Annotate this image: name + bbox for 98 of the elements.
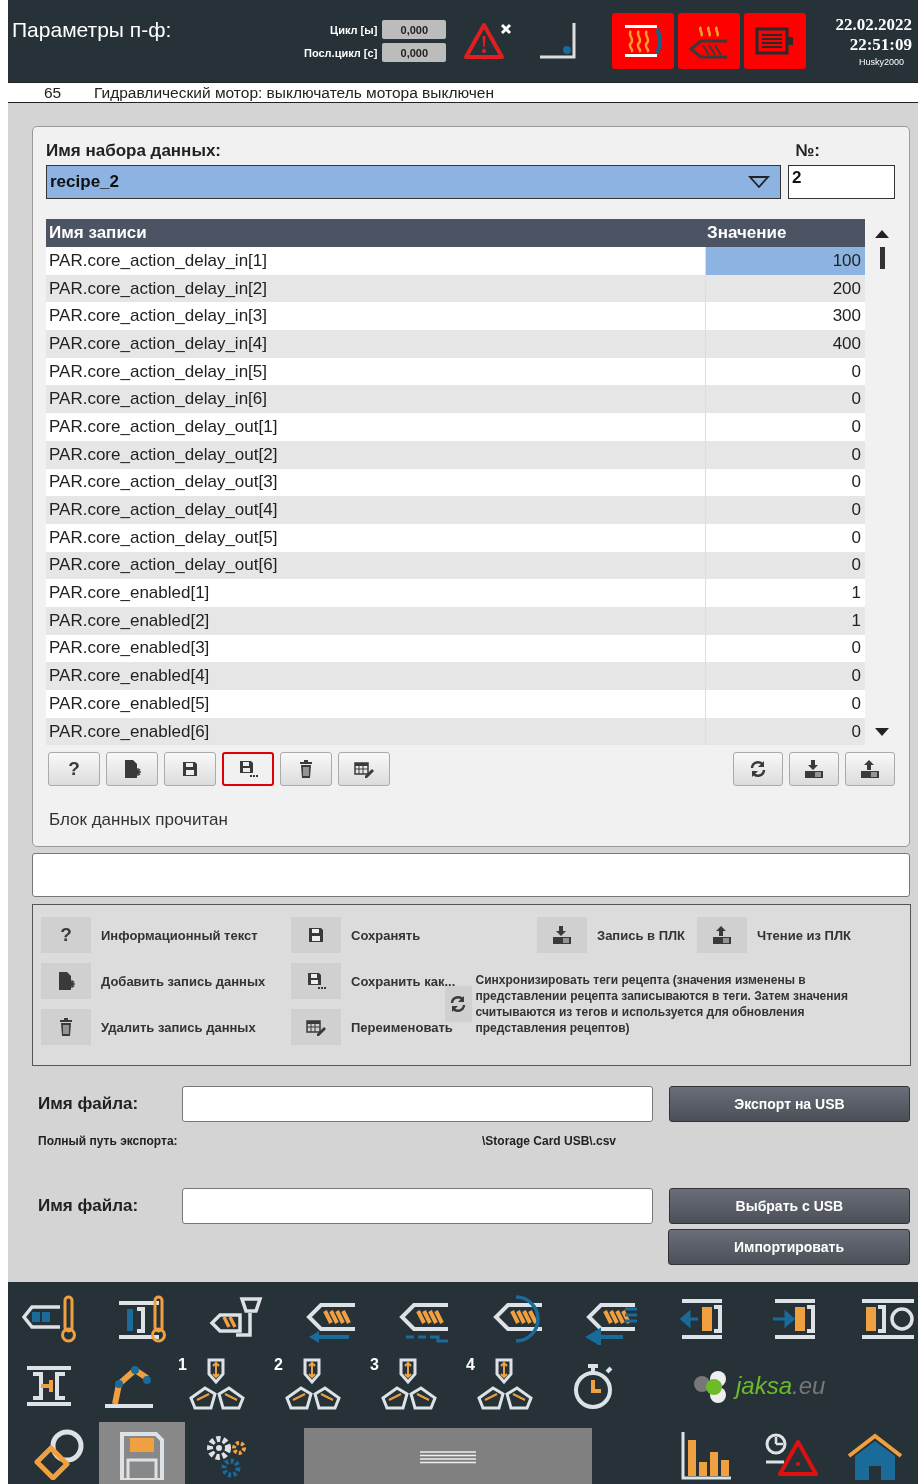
arrow-up-from-device-icon — [860, 759, 880, 780]
dataset-label: Имя набора данных: — [46, 141, 222, 161]
column-header: Значение — [706, 223, 788, 243]
legend-label: Сохранять — [351, 927, 421, 943]
cycle-label: Посл.цикл [с] — [304, 46, 378, 59]
download-button[interactable] — [789, 752, 839, 787]
table-cell-text: PAR.core_enabled[6] — [48, 721, 211, 742]
table-cell[interactable]: 0 — [705, 717, 866, 746]
table-cell-text: PAR.core_enabled[5] — [48, 693, 211, 714]
cycle-value: 0,000 — [382, 20, 447, 39]
core-number: 1 — [178, 1356, 187, 1374]
table-cell-text: PAR.core_action_delay_out[2] — [48, 444, 279, 465]
table-cell-text: PAR.core_action_delay_out[6] — [48, 555, 279, 576]
cycle-label: Цикл [ы] — [330, 23, 378, 36]
screen-title: Параметры п-ф: — [12, 18, 173, 42]
delete-button[interactable] — [280, 752, 332, 787]
table-cell-text: PAR.core_action_delay_in[2] — [48, 278, 268, 299]
new-button[interactable] — [106, 752, 158, 787]
dataset-dropdown[interactable]: recipe_2 — [46, 165, 781, 199]
table-cell-text: PAR.core_action_delay_out[1] — [48, 416, 279, 437]
number-field[interactable]: 2 — [788, 165, 895, 199]
core-number: 2 — [274, 1356, 283, 1374]
import-button[interactable]: Импортировать — [668, 1229, 910, 1265]
legend-label: Чтение из ПЛК — [757, 927, 851, 943]
status-tile[interactable] — [678, 13, 741, 69]
scroll-up-icon[interactable] — [874, 229, 890, 239]
table-cell-text: PAR.core_enabled[3] — [48, 638, 211, 659]
table-cell[interactable]: 0 — [705, 690, 866, 718]
export-path-label: Полный путь экспорта: — [38, 1134, 179, 1148]
table-cell[interactable]: 1 — [705, 579, 866, 607]
table-cell-text: PAR.core_action_delay_out[3] — [48, 472, 279, 493]
table-cell-text: PAR.core_action_delay_in[3] — [48, 306, 268, 327]
grip-lines-icon[interactable] — [418, 1450, 478, 1464]
sync-icon — [748, 759, 768, 780]
status-message: Блок данных прочитан — [48, 810, 229, 831]
legend-label: Удалить запись данных — [101, 1019, 256, 1035]
arrow-down-to-device-icon — [552, 925, 572, 945]
scroll-down-icon[interactable] — [874, 727, 890, 738]
save-as-button[interactable] — [222, 752, 274, 787]
table-cell[interactable]: 0 — [705, 413, 866, 441]
table-cell-text: PAR.core_action_delay_in[6] — [48, 389, 268, 410]
save-button[interactable] — [164, 752, 216, 787]
table-cell[interactable]: 0 — [705, 496, 866, 524]
scroll-thumb[interactable] — [879, 247, 885, 269]
rename-button[interactable] — [338, 752, 390, 787]
cycle-value: 0,000 — [382, 43, 447, 62]
legend-label: Информационный текст — [101, 927, 258, 943]
device-name: Husky2000 — [858, 57, 904, 67]
date-text: 22.02.2022 — [835, 15, 912, 35]
sync-button[interactable] — [733, 752, 783, 787]
core-number: 4 — [466, 1356, 475, 1374]
dropdown-caret-icon — [748, 176, 770, 188]
table-cell-text: PAR.core_action_delay_in[1] — [48, 250, 268, 271]
table-cell-text: PAR.core_action_delay_out[5] — [48, 527, 279, 548]
column-header: Имя записи — [48, 223, 148, 243]
floppy-disk-dots-icon — [238, 759, 258, 780]
file-name-field[interactable] — [182, 1086, 653, 1122]
arrow-up-from-device-icon — [712, 925, 733, 945]
table-cell-text: PAR.core_enabled[2] — [48, 610, 211, 631]
core-number: 3 — [370, 1356, 379, 1374]
new-document-icon — [56, 971, 76, 991]
file-name-label: Имя файла: — [38, 1094, 140, 1114]
table-cell[interactable]: 0 — [705, 440, 866, 469]
table-cell[interactable]: 100 — [705, 247, 866, 275]
time-text: 22:51:09 — [849, 35, 912, 55]
legend-label: Сохранить как... — [351, 973, 456, 989]
floppy-disk-dots-icon — [306, 971, 326, 991]
drawer-handle[interactable] — [304, 1428, 592, 1484]
table-cell[interactable]: 1 — [705, 606, 866, 635]
export-button[interactable]: Экспорт на USB — [668, 1086, 910, 1122]
table-cell-text: PAR.core_action_delay_in[4] — [48, 333, 268, 354]
status-tile[interactable] — [744, 13, 807, 69]
legend-label: Добавить запись данных — [101, 973, 266, 989]
upload-button[interactable] — [845, 752, 895, 787]
select-file-button[interactable]: Выбрать с USB — [668, 1188, 910, 1224]
new-document-icon — [122, 759, 142, 780]
corner-indicator-icon — [538, 21, 579, 61]
table-cell-text: PAR.core_enabled[1] — [48, 583, 211, 604]
message-code: 65 — [43, 83, 63, 102]
table-pencil-icon — [306, 1017, 326, 1037]
table-cell[interactable]: 400 — [705, 330, 866, 358]
number-label: №: — [795, 141, 820, 161]
legend-icon-tile: ? — [41, 917, 91, 953]
sync-description: Синхронизировать теги рецепта (значения изменены в представлении рецепта записываются в теги. Затем значения считываются из тегов и используется для обновления представления рецептов) — [475, 972, 849, 1036]
file-name-field[interactable] — [182, 1188, 653, 1224]
table-pencil-icon — [354, 759, 374, 780]
table-cell[interactable]: 0 — [705, 523, 866, 552]
table-cell-text: PAR.core_enabled[4] — [48, 666, 211, 687]
file-name-label: Имя файла: — [38, 1196, 140, 1216]
message-text: Гидравлический мотор: выключатель мотора выключен — [94, 83, 495, 102]
legend-label: Запись в ПЛК — [597, 927, 686, 943]
status-tile[interactable] — [612, 13, 675, 69]
legend-label: Переименовать — [351, 1019, 453, 1035]
export-path: \Storage Card USB\.csv — [482, 1134, 617, 1148]
table-cell-text: PAR.core_action_delay_in[5] — [48, 361, 268, 382]
table-cell-text: PAR.core_action_delay_out[4] — [48, 500, 279, 521]
arrow-down-to-device-icon — [804, 759, 824, 780]
help-button[interactable]: ? — [48, 752, 100, 787]
